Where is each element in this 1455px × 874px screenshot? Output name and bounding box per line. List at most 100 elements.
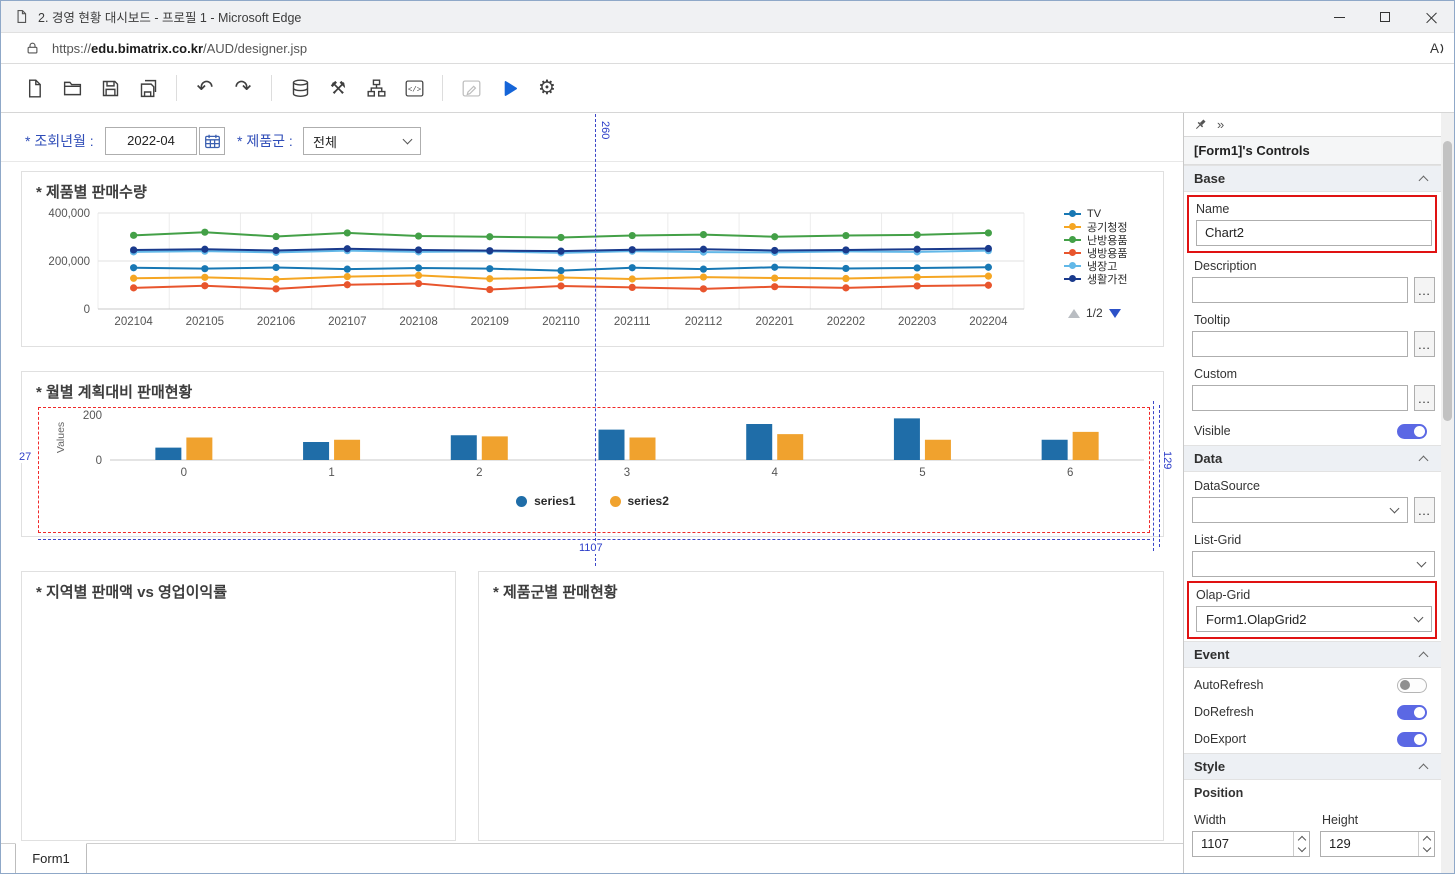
toolbar-hierarchy-button[interactable] bbox=[357, 70, 395, 106]
maximize-button[interactable] bbox=[1362, 1, 1408, 33]
autorefresh-label: AutoRefresh bbox=[1194, 678, 1263, 692]
calendar-button[interactable] bbox=[199, 127, 225, 155]
close-button[interactable] bbox=[1408, 1, 1454, 33]
height-stepper[interactable]: 129 bbox=[1320, 831, 1435, 857]
toolbar-build-tools-button[interactable]: ⚒ bbox=[319, 70, 357, 106]
new-document-icon bbox=[24, 78, 45, 99]
edit-icon bbox=[461, 78, 482, 99]
description-input[interactable] bbox=[1192, 277, 1408, 303]
page-up-icon[interactable] bbox=[1068, 309, 1080, 318]
redo-icon: ↷ bbox=[235, 78, 252, 98]
listgrid-label: List-Grid bbox=[1194, 533, 1241, 547]
run-icon bbox=[499, 78, 520, 99]
pin-icon[interactable] bbox=[1193, 117, 1208, 132]
custom-more-button[interactable]: … bbox=[1414, 385, 1435, 411]
autorefresh-toggle[interactable] bbox=[1397, 678, 1427, 693]
section-event[interactable]: Event bbox=[1184, 641, 1441, 668]
legend-item[interactable]: 난방용품 bbox=[1064, 234, 1127, 245]
svg-text:400,000: 400,000 bbox=[48, 208, 90, 220]
height-label: Height bbox=[1322, 813, 1358, 827]
page-down-icon[interactable] bbox=[1109, 309, 1121, 318]
svg-text:202111: 202111 bbox=[614, 316, 651, 328]
scrollbar-thumb[interactable] bbox=[1443, 141, 1452, 421]
panel-region-sales[interactable]: * 지역별 판매액 vs 영업이익률 bbox=[21, 571, 456, 841]
dorefresh-toggle[interactable] bbox=[1397, 705, 1427, 720]
legend-item[interactable]: 공기청정 bbox=[1064, 221, 1127, 232]
datasource-label: DataSource bbox=[1194, 479, 1260, 493]
panel-title: * 제품군별 판매현황 bbox=[493, 581, 618, 602]
legend-label: 생활가전 bbox=[1087, 271, 1127, 287]
tooltip-input[interactable] bbox=[1192, 331, 1408, 357]
stepper-arrows[interactable] bbox=[1293, 832, 1309, 856]
toolbar-save-button[interactable] bbox=[91, 70, 129, 106]
date-filter-input[interactable]: 2022-04 bbox=[105, 127, 197, 155]
legend-item[interactable]: 냉방용품 bbox=[1064, 247, 1127, 258]
visible-toggle[interactable] bbox=[1397, 424, 1427, 439]
datasource-select[interactable] bbox=[1192, 497, 1408, 523]
svg-text:202104: 202104 bbox=[114, 316, 153, 328]
svg-text:202107: 202107 bbox=[328, 316, 366, 328]
toolbar-edit-button[interactable] bbox=[452, 70, 490, 106]
svg-text:</>: </> bbox=[407, 86, 421, 94]
minimize-button[interactable] bbox=[1316, 1, 1362, 33]
toolbar-code-editor-button[interactable]: </> bbox=[395, 70, 433, 106]
section-style[interactable]: Style bbox=[1184, 753, 1441, 780]
chevron-down-icon bbox=[1390, 503, 1400, 513]
tab-form1[interactable]: Form1 bbox=[15, 843, 87, 873]
legend-item[interactable]: TV bbox=[1064, 208, 1127, 219]
name-label: Name bbox=[1196, 202, 1229, 216]
collapse-panel-icon[interactable]: » bbox=[1217, 117, 1224, 132]
read-aloud-icon[interactable]: A bbox=[1430, 41, 1446, 56]
description-label: Description bbox=[1194, 259, 1257, 273]
svg-text:202201: 202201 bbox=[756, 316, 794, 328]
address-bar: https://edu.bimatrix.co.kr/AUD/designer.… bbox=[1, 33, 1454, 64]
chevron-up-icon bbox=[1419, 176, 1429, 186]
legend-marker bbox=[1064, 226, 1081, 228]
chevron-down-icon bbox=[403, 134, 413, 144]
panel-product-group[interactable]: * 제품군별 판매현황 bbox=[478, 571, 1164, 841]
description-more-button[interactable]: … bbox=[1414, 277, 1435, 303]
svg-text:202204: 202204 bbox=[969, 316, 1008, 328]
doexport-toggle[interactable] bbox=[1397, 732, 1427, 747]
toolbar-database-button[interactable] bbox=[281, 70, 319, 106]
guide-label-27: 27 bbox=[19, 451, 31, 463]
url-text[interactable]: https://edu.bimatrix.co.kr/AUD/designer.… bbox=[52, 41, 307, 56]
properties-toolbar: » bbox=[1184, 113, 1441, 137]
chevron-up-icon bbox=[1419, 456, 1429, 466]
panel-sales-qty-chart[interactable]: * 제품별 판매수량 0200,000400,00020210420210520… bbox=[21, 171, 1164, 347]
selection-rect bbox=[38, 407, 1150, 533]
tab-strip bbox=[1, 843, 1183, 844]
olapgrid-select[interactable]: Form1.OlapGrid2 bbox=[1196, 606, 1432, 632]
legend-marker bbox=[1064, 278, 1081, 280]
toolbar-run-button[interactable] bbox=[490, 70, 528, 106]
toolbar-new-document-button[interactable] bbox=[15, 70, 53, 106]
width-stepper[interactable]: 1107 bbox=[1192, 831, 1310, 857]
panel-title: * 지역별 판매액 vs 영업이익률 bbox=[36, 581, 227, 602]
toolbar-save-copy-button[interactable] bbox=[129, 70, 167, 106]
svg-text:0: 0 bbox=[84, 304, 90, 316]
browser-window: 2. 경영 현황 대시보드 - 프로필 1 - Microsoft Edge h… bbox=[0, 0, 1455, 874]
toolbar-redo-button[interactable]: ↷ bbox=[224, 70, 262, 106]
tooltip-more-button[interactable]: … bbox=[1414, 331, 1435, 357]
legend-item[interactable]: 생활가전 bbox=[1064, 273, 1127, 284]
legend-item[interactable]: 냉장고 bbox=[1064, 260, 1127, 271]
chevron-down-icon bbox=[1417, 557, 1427, 567]
visible-row: Visible bbox=[1184, 418, 1441, 444]
section-data[interactable]: Data bbox=[1184, 445, 1441, 472]
custom-input[interactable] bbox=[1192, 385, 1408, 411]
guide-line-right-1 bbox=[1153, 401, 1154, 551]
section-base[interactable]: Base bbox=[1184, 165, 1441, 192]
toolbar-open-folder-button[interactable] bbox=[53, 70, 91, 106]
page-tab-icon bbox=[14, 9, 29, 24]
window-title: 2. 경영 현황 대시보드 - 프로필 1 - Microsoft Edge bbox=[38, 7, 301, 26]
product-filter-select[interactable]: 전체 bbox=[303, 127, 421, 155]
toolbar-undo-button[interactable]: ↶ bbox=[186, 70, 224, 106]
datasource-more-button[interactable]: … bbox=[1414, 497, 1435, 523]
stepper-arrows[interactable] bbox=[1418, 832, 1434, 856]
scrollbar[interactable] bbox=[1441, 113, 1454, 873]
svg-text:202106: 202106 bbox=[257, 316, 295, 328]
listgrid-select[interactable] bbox=[1192, 551, 1435, 577]
toolbar: ↶ ↷ ⚒ </> ⚙ bbox=[1, 64, 1454, 113]
toolbar-settings-button[interactable]: ⚙ bbox=[528, 70, 566, 106]
name-input[interactable]: Chart2 bbox=[1196, 220, 1432, 246]
